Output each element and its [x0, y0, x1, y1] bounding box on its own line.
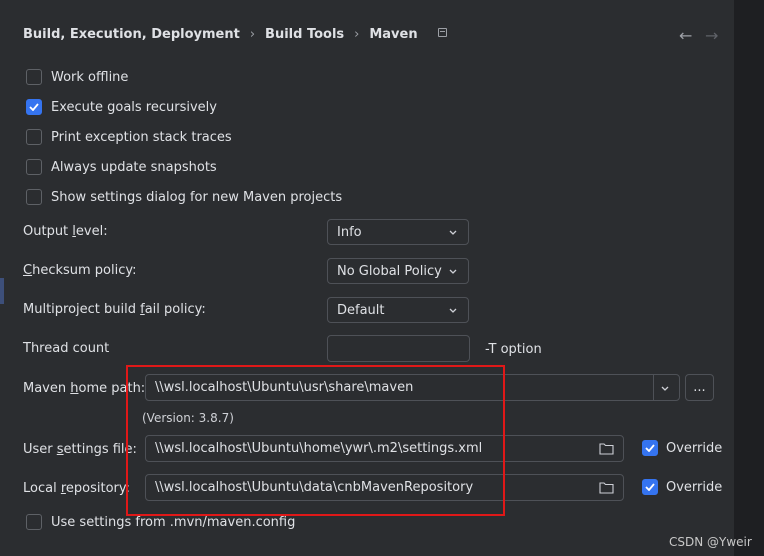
chevron-down-icon[interactable] [659, 382, 671, 394]
work-offline-checkbox[interactable]: Work offline [26, 69, 128, 85]
browse-button[interactable]: ... [685, 374, 714, 401]
use-mvn-config-checkbox[interactable]: Use settings from .mvn/maven.config [26, 514, 295, 530]
execute-goals-recursively-checkbox[interactable]: Execute goals recursively [26, 99, 217, 115]
checkbox-label: Override [666, 479, 723, 495]
label-text: hecksum policy: [32, 263, 137, 278]
checkbox-box[interactable] [26, 159, 42, 175]
checkbox-label: Use settings from .mvn/maven.config [51, 514, 296, 530]
local-repository-label: Local repository: [23, 481, 130, 496]
print-exception-stack-traces-checkbox[interactable]: Print exception stack traces [26, 129, 232, 145]
red-annotation-box [126, 365, 505, 516]
breadcrumb-item-maven: Maven [369, 27, 418, 42]
folder-icon[interactable] [599, 442, 614, 455]
checkbox-label: Show settings dialog for new Maven proje… [51, 189, 343, 205]
checkbox-label: Override [666, 440, 723, 456]
mnemonic: s [56, 442, 64, 457]
checkbox-label: Execute goals recursively [51, 99, 217, 115]
checkbox-box[interactable] [642, 479, 658, 495]
checkbox-box[interactable] [26, 99, 42, 115]
thread-count-label: Thread count [23, 341, 110, 356]
breadcrumb-separator: › [354, 27, 360, 42]
breadcrumb-item-build-execution[interactable]: Build, Execution, Deployment [23, 27, 240, 42]
chevron-down-icon [449, 308, 457, 313]
tab-pin-icon[interactable] [437, 28, 447, 37]
dropdown-value: No Global Policy [337, 263, 442, 279]
right-panel-edge [734, 0, 764, 556]
mnemonic: h [70, 381, 79, 396]
user-settings-override-checkbox[interactable]: Override [642, 440, 722, 456]
label-text: Multiproject build [23, 302, 141, 317]
combo-divider [653, 375, 654, 400]
checkbox-box[interactable] [642, 440, 658, 456]
checkbox-label: Work offline [51, 69, 129, 85]
selected-nav-indicator [0, 278, 4, 304]
left-panel-edge [0, 0, 6, 556]
folder-icon[interactable] [599, 481, 614, 494]
fail-policy-label: Multiproject build fail policy: [23, 302, 206, 317]
chevron-down-icon [449, 269, 457, 274]
local-repository-override-checkbox[interactable]: Override [642, 479, 722, 495]
label-text: Maven [23, 381, 71, 396]
checkbox-label: Always update snapshots [51, 159, 217, 175]
label-text: evel: [75, 224, 108, 239]
checksum-policy-label: Checksum policy: [23, 263, 137, 278]
thread-count-suffix: -T option [485, 342, 542, 357]
label-text: Output [23, 224, 73, 239]
dropdown-value: Default [337, 302, 385, 318]
dropdown-value: Info [337, 224, 362, 240]
forward-arrow-icon[interactable]: → [705, 26, 718, 45]
label-text: Local [23, 481, 61, 496]
label-text: ail policy: [144, 302, 206, 317]
back-arrow-icon[interactable]: ← [679, 26, 692, 45]
breadcrumb-item-build-tools[interactable]: Build Tools [265, 27, 344, 42]
chevron-down-icon [449, 230, 457, 235]
user-settings-label: User settings file: [23, 442, 137, 457]
thread-count-input[interactable] [327, 335, 470, 362]
checkbox-box[interactable] [26, 69, 42, 85]
label-text: User [23, 442, 57, 457]
checkbox-box[interactable] [26, 189, 42, 205]
checkbox-label: Print exception stack traces [51, 129, 232, 145]
checkbox-box[interactable] [26, 129, 42, 145]
breadcrumb-separator: › [249, 27, 256, 42]
output-level-label: Output level: [23, 224, 108, 239]
show-settings-dialog-checkbox[interactable]: Show settings dialog for new Maven proje… [26, 189, 342, 205]
fail-policy-dropdown[interactable]: Default [327, 297, 469, 323]
mnemonic: C [23, 263, 33, 278]
watermark: CSDN @Yweir [669, 535, 752, 549]
checkbox-box[interactable] [26, 514, 42, 530]
checksum-policy-dropdown[interactable]: No Global Policy [327, 258, 469, 284]
label-text: epository: [65, 481, 131, 496]
always-update-snapshots-checkbox[interactable]: Always update snapshots [26, 159, 217, 175]
output-level-dropdown[interactable]: Info [327, 219, 469, 245]
breadcrumb: Build, Execution, Deployment › Build Too… [23, 27, 447, 42]
